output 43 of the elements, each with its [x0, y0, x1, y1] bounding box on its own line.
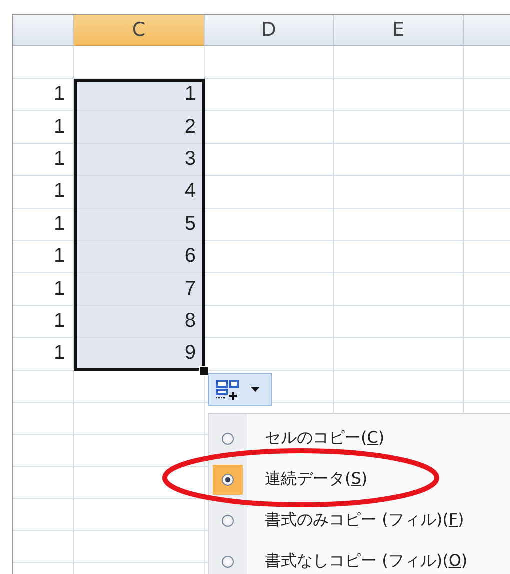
menu-item[interactable]: 書式なしコピー (フィル)(O) — [209, 541, 510, 574]
table-cell — [13, 530, 74, 563]
autofill-options-button[interactable] — [208, 373, 272, 406]
table-cell — [13, 498, 74, 531]
table-cell: 5 — [74, 208, 205, 241]
table-cell — [13, 466, 74, 499]
table-cell — [13, 402, 74, 435]
table-cell: 3 — [74, 144, 205, 176]
table-cell: 1 — [13, 144, 74, 176]
column-header[interactable]: E — [334, 15, 464, 46]
table-cell: 1 — [13, 111, 74, 144]
radio-button[interactable] — [222, 432, 234, 444]
menu-item[interactable]: セルのコピー(C) — [209, 418, 510, 459]
table-cell: 1 — [13, 306, 74, 338]
column-header[interactable] — [13, 15, 74, 46]
option-label: 書式のみコピー (フィル)(F) — [265, 510, 464, 531]
table-cell: 1 — [13, 273, 74, 306]
menu-item[interactable]: 書式のみコピー (フィル)(F) — [209, 500, 510, 541]
table-cell — [13, 370, 74, 403]
table-cell: 1 — [13, 338, 74, 371]
table-cell: 2 — [74, 111, 205, 144]
radio-button[interactable] — [222, 474, 234, 486]
caret-icon — [251, 387, 260, 392]
table-cell: 1 — [13, 176, 74, 209]
table-cell: 1 — [13, 208, 74, 241]
table-cell — [13, 434, 74, 467]
option-label: 書式なしコピー (フィル)(O) — [265, 551, 468, 572]
table-cell: 1 — [13, 79, 74, 112]
column-header[interactable]: D — [205, 15, 334, 46]
table-cell: 1 — [13, 240, 74, 274]
table-cell: 6 — [74, 240, 205, 274]
table-cell: 8 — [74, 306, 205, 338]
option-label: 連続データ(S) — [265, 469, 368, 490]
fill-handle[interactable] — [199, 366, 209, 376]
table-cell: 4 — [74, 176, 205, 209]
column-header[interactable]: C — [74, 15, 205, 46]
table-cell: 7 — [74, 273, 205, 306]
column-header[interactable] — [464, 15, 510, 46]
radio-button[interactable] — [222, 556, 234, 568]
option-label: セルのコピー(C) — [265, 428, 385, 449]
radio-button[interactable] — [222, 514, 234, 526]
table-cell — [13, 46, 74, 79]
menu-item[interactable]: 連続データ(S) — [209, 459, 510, 500]
